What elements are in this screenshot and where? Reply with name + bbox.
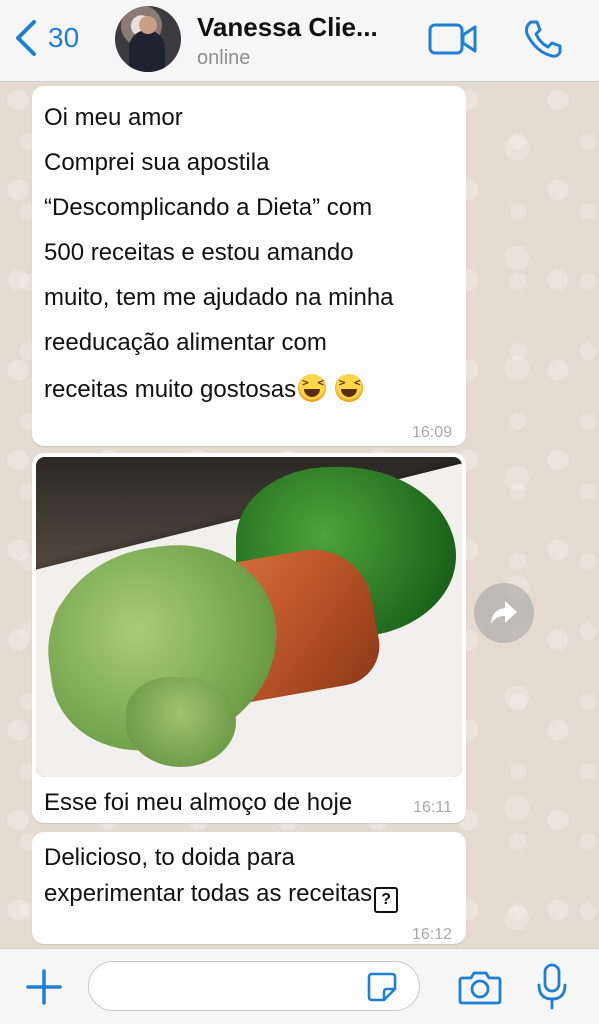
video-camera-icon	[428, 23, 477, 55]
message-input-bar	[0, 948, 599, 1024]
image-caption: Esse foi meu almoço de hoje	[44, 789, 353, 816]
forward-arrow-icon	[491, 601, 517, 624]
camera-icon	[458, 971, 502, 1005]
message-line-with-emoji: receitas muito gostosas	[44, 374, 363, 404]
message-line: Comprei sua apostila	[44, 149, 270, 176]
message-time: 16:11	[413, 799, 452, 816]
voice-call-button[interactable]	[522, 18, 564, 60]
food-photo[interactable]	[36, 457, 462, 777]
video-call-button[interactable]	[428, 22, 478, 56]
image-message-bubble[interactable]: Esse foi meu almoço de hoje 16:11	[32, 453, 466, 823]
contact-status: online	[197, 47, 251, 69]
plus-icon	[26, 969, 62, 1005]
microphone-icon	[537, 963, 567, 1010]
contact-name[interactable]: Vanessa Clie...	[197, 12, 378, 43]
unread-count: 30	[48, 22, 80, 53]
message-line: “Descomplicando a Dieta” com	[44, 194, 373, 221]
chevron-left-icon	[16, 20, 36, 56]
phone-icon	[525, 20, 562, 58]
attach-button[interactable]	[24, 967, 64, 1007]
sticker-icon	[367, 972, 397, 1002]
voice-message-button[interactable]	[536, 963, 568, 1011]
message-bubble-incoming[interactable]: Delicioso, to doida para experimentar to…	[32, 832, 466, 944]
message-time: 16:09	[411, 424, 452, 441]
message-line: Delicioso, to doida para	[44, 844, 295, 871]
message-bubble-incoming[interactable]: Oi meu amor Comprei sua apostila “Descom…	[32, 86, 466, 446]
unknown-glyph-box: ?	[374, 887, 399, 913]
message-line: experimentar todas as receitas	[44, 880, 373, 907]
message-line: reeducação alimentar com	[44, 329, 327, 356]
grinning-squinting-face-icon	[298, 374, 327, 402]
message-line: receitas muito gostosas	[44, 376, 297, 403]
message-time: 16:12	[411, 926, 452, 943]
message-line-with-glyph: experimentar todas as receitas?	[44, 880, 399, 913]
forward-button[interactable]	[474, 583, 534, 643]
message-line: muito, tem me ajudado na minha	[44, 284, 394, 311]
sticker-button[interactable]	[366, 971, 398, 1003]
chat-header: 30 Vanessa Clie... online	[0, 0, 599, 82]
back-button[interactable]: 30	[12, 18, 79, 58]
message-line: Oi meu amor	[44, 104, 183, 131]
avatar[interactable]	[115, 6, 181, 72]
message-line: 500 receitas e estou amando	[44, 239, 354, 266]
camera-button[interactable]	[458, 969, 502, 1005]
grinning-squinting-face-icon	[334, 374, 363, 402]
